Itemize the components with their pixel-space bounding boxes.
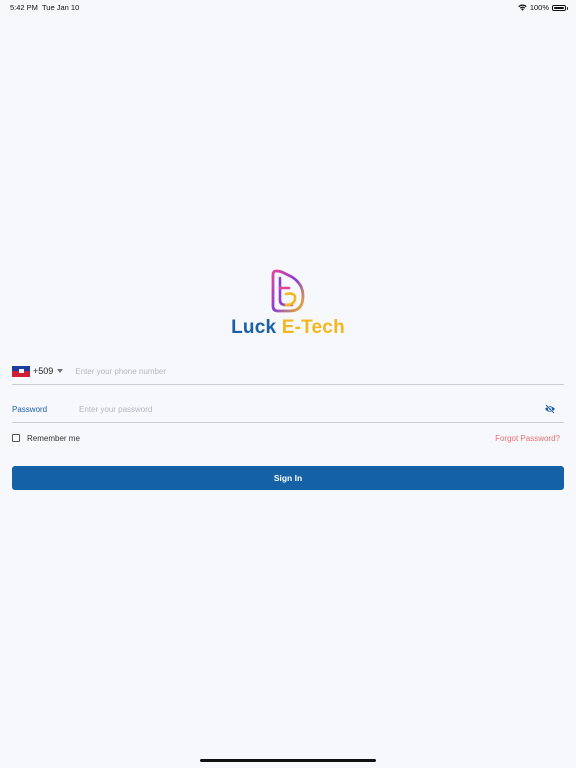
eye-off-icon[interactable] [544,404,556,414]
wifi-icon [518,4,527,11]
remember-row: Remember me Forgot Password? [12,432,564,444]
phone-field-row: +509 [12,358,564,385]
status-bar: 5:42 PM Tue Jan 10 100% [0,0,576,16]
sign-in-button[interactable]: Sign In [12,466,564,490]
status-right: 100% [518,3,568,12]
country-dial-code[interactable]: +509 [33,366,53,376]
battery-percent: 100% [529,3,549,12]
password-field-row: Password [12,396,564,423]
password-input[interactable] [79,404,544,414]
status-time: 5:42 PM [10,3,38,12]
remember-me-label[interactable]: Remember me [27,434,80,443]
password-label: Password [12,404,48,414]
luck-etech-logo-icon [271,269,305,313]
brand-name-part1: Luck [231,317,282,338]
remember-me-group[interactable]: Remember me [12,434,80,443]
brand-name-part2: E-Tech [281,317,345,338]
login-screen: 5:42 PM Tue Jan 10 100% Luck E-Tech +509… [0,0,576,768]
haiti-flag-icon[interactable] [12,365,30,377]
country-dropdown-chevron-icon[interactable] [57,369,64,373]
status-date: Tue Jan 10 [42,3,80,12]
brand-logo-area: Luck E-Tech [0,268,576,339]
home-indicator[interactable] [200,759,376,762]
remember-me-checkbox[interactable] [12,434,20,442]
phone-number-input[interactable] [75,366,564,376]
battery-icon [552,4,568,11]
forgot-password-link[interactable]: Forgot Password? [495,434,560,443]
brand-name: Luck E-Tech [231,317,345,339]
